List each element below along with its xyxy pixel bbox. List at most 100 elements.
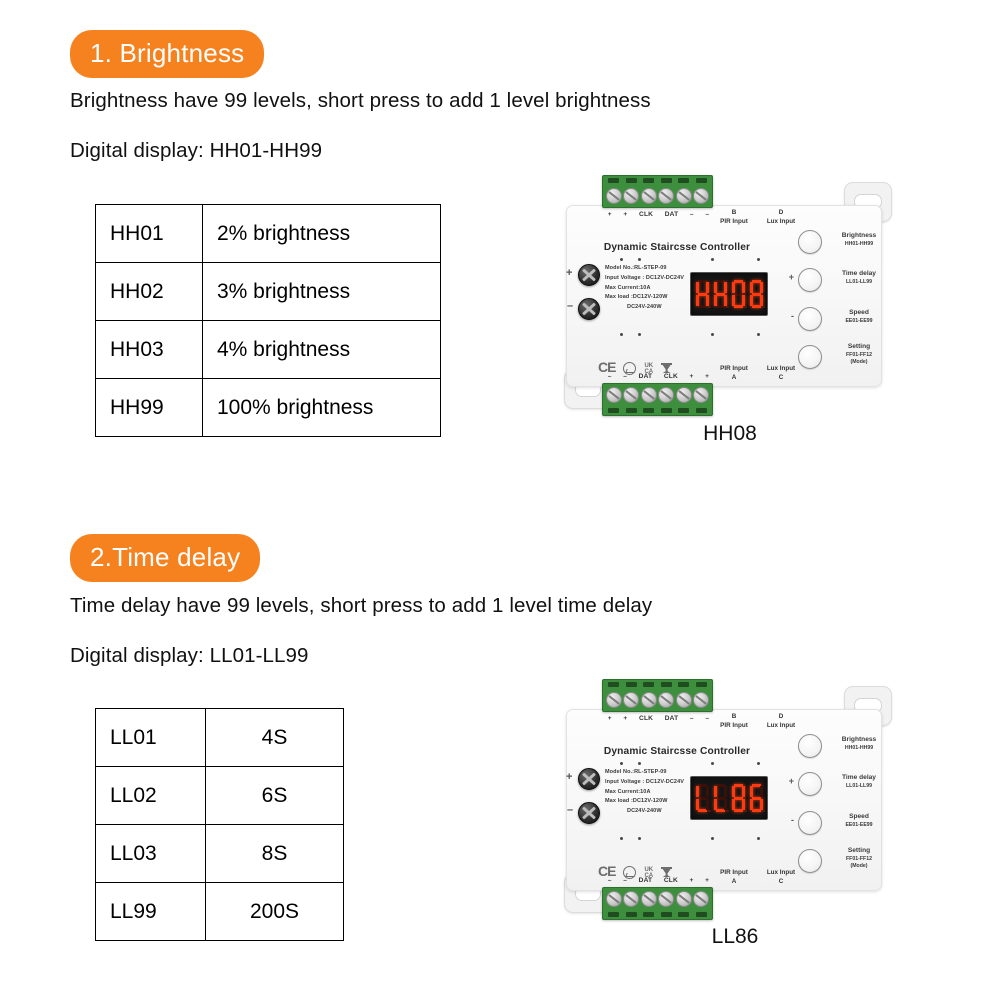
table-cell-code: LL01 (95, 708, 206, 767)
terminal-screw[interactable] (658, 187, 675, 204)
terminal-screw[interactable] (658, 387, 675, 404)
power-plus-sign: + (566, 771, 573, 783)
display-segment (695, 786, 699, 797)
terminal-hole (643, 912, 655, 918)
terminal-screw[interactable] (640, 387, 657, 404)
terminal-screw[interactable] (693, 387, 710, 404)
display-segment (749, 799, 753, 810)
button-minus-sign: - (791, 311, 794, 321)
terminal-screw[interactable] (675, 691, 692, 708)
power-terminal-negative[interactable] (578, 802, 600, 824)
table-cell-value: 200S (205, 882, 344, 941)
solder-dot (620, 258, 623, 261)
display-segment (705, 282, 709, 293)
time-delay-button[interactable] (798, 268, 822, 292)
io-letter: C (778, 877, 784, 885)
display-segment (713, 295, 717, 306)
terminal-top-pin-labels: + + CLK DAT – – (602, 715, 715, 722)
terminal-screw[interactable] (605, 187, 622, 204)
brightness-button[interactable] (798, 734, 822, 758)
table-cell-value: 2% brightness (202, 204, 441, 263)
solder-dot (638, 333, 641, 336)
display-segment (731, 282, 735, 293)
terminal-hole (625, 681, 637, 687)
terminal-block-top[interactable] (602, 175, 713, 208)
terminal-screw[interactable] (623, 187, 640, 204)
power-plus-sign: + (566, 267, 573, 279)
io-text: Lux Input (766, 217, 796, 225)
terminal-bottom-pin-labels: – – DAT CLK + + (602, 877, 715, 884)
terminal-screw[interactable] (605, 891, 622, 908)
terminal-block-bottom[interactable] (602, 887, 713, 920)
terminal-block-top[interactable] (602, 679, 713, 712)
terminal-screw[interactable] (675, 891, 692, 908)
brightness-button[interactable] (798, 230, 822, 254)
controller-device-2: + + CLK DAT – – B PIR Input D Lux Input … (558, 672, 898, 927)
brightness-button-label: Brightness HH01-HH99 (826, 232, 892, 248)
terminal-screw[interactable] (658, 691, 675, 708)
terminal-screw[interactable] (640, 891, 657, 908)
terminal-screw[interactable] (623, 891, 640, 908)
pin-label: CLK (663, 373, 678, 380)
display-segment (713, 799, 717, 810)
pin-label: CLK (663, 877, 678, 884)
solder-dot (620, 837, 623, 840)
brightness-table: HH01 2% brightness HH02 3% brightness HH… (95, 204, 441, 437)
device-product-title: Dynamic Staircsse Controller (603, 746, 751, 757)
time-delay-button-label: Time delay LL01-LL99 (826, 774, 892, 790)
terminal-screw[interactable] (640, 691, 657, 708)
display-segment (759, 786, 763, 797)
terminal-screw[interactable] (658, 891, 675, 908)
table-row: LL01 4S (95, 708, 344, 767)
display-segment (723, 799, 727, 810)
power-terminal-positive[interactable] (578, 768, 600, 790)
button-range: FF01-FF12 (846, 855, 872, 862)
terminal-hole (625, 408, 637, 414)
speed-button[interactable] (798, 307, 822, 331)
speed-button-label: Speed EE01-EE99 (826, 813, 892, 829)
pin-label: + (689, 373, 694, 380)
section-1-badge: 1. Brightness (70, 30, 265, 78)
display-segment (749, 282, 753, 293)
terminal-screw[interactable] (605, 691, 622, 708)
display-segment (705, 295, 709, 306)
section-1-digital-display-note: Digital display: HH01-HH99 (70, 139, 323, 162)
terminal-screw[interactable] (640, 187, 657, 204)
terminal-screw[interactable] (623, 691, 640, 708)
terminal-screw[interactable] (693, 187, 710, 204)
button-range: LL01-LL99 (846, 782, 872, 789)
solder-dot (711, 258, 714, 261)
terminal-screw[interactable] (675, 387, 692, 404)
display-segment (723, 786, 727, 797)
pin-label: – (607, 877, 612, 884)
terminal-hole (695, 177, 707, 183)
table-row: LL99 200S (95, 882, 344, 941)
table-cell-code: HH99 (95, 378, 203, 437)
io-label-lux-d: D Lux Input (751, 713, 811, 730)
terminal-screw[interactable] (605, 387, 622, 404)
terminal-hole (660, 408, 672, 414)
power-terminal-positive[interactable] (578, 264, 600, 286)
power-terminal-negative[interactable] (578, 298, 600, 320)
pin-label: – (689, 715, 694, 722)
terminal-screw[interactable] (693, 891, 710, 908)
display-decimal-point (762, 809, 765, 812)
solder-dot (757, 762, 760, 765)
button-name: Brightness (841, 232, 877, 239)
spec-line: Model No.:RL-STEP-09 (605, 769, 667, 775)
terminal-screw[interactable] (693, 691, 710, 708)
spec-line: Max Current:10A (605, 788, 651, 795)
button-name: Setting (847, 343, 871, 350)
section-2-badge-wrap: 2.Time delay (70, 534, 261, 582)
terminal-block-bottom[interactable] (602, 383, 713, 416)
terminal-screw[interactable] (623, 387, 640, 404)
solder-dot (711, 837, 714, 840)
display-decimal-point (708, 305, 711, 308)
terminal-screw[interactable] (675, 187, 692, 204)
speed-button[interactable] (798, 811, 822, 835)
table-row: LL03 8S (95, 824, 344, 883)
display-segment (741, 799, 745, 810)
time-delay-button[interactable] (798, 772, 822, 796)
display-segment (759, 799, 763, 810)
section-1-badge-wrap: 1. Brightness (70, 30, 265, 78)
